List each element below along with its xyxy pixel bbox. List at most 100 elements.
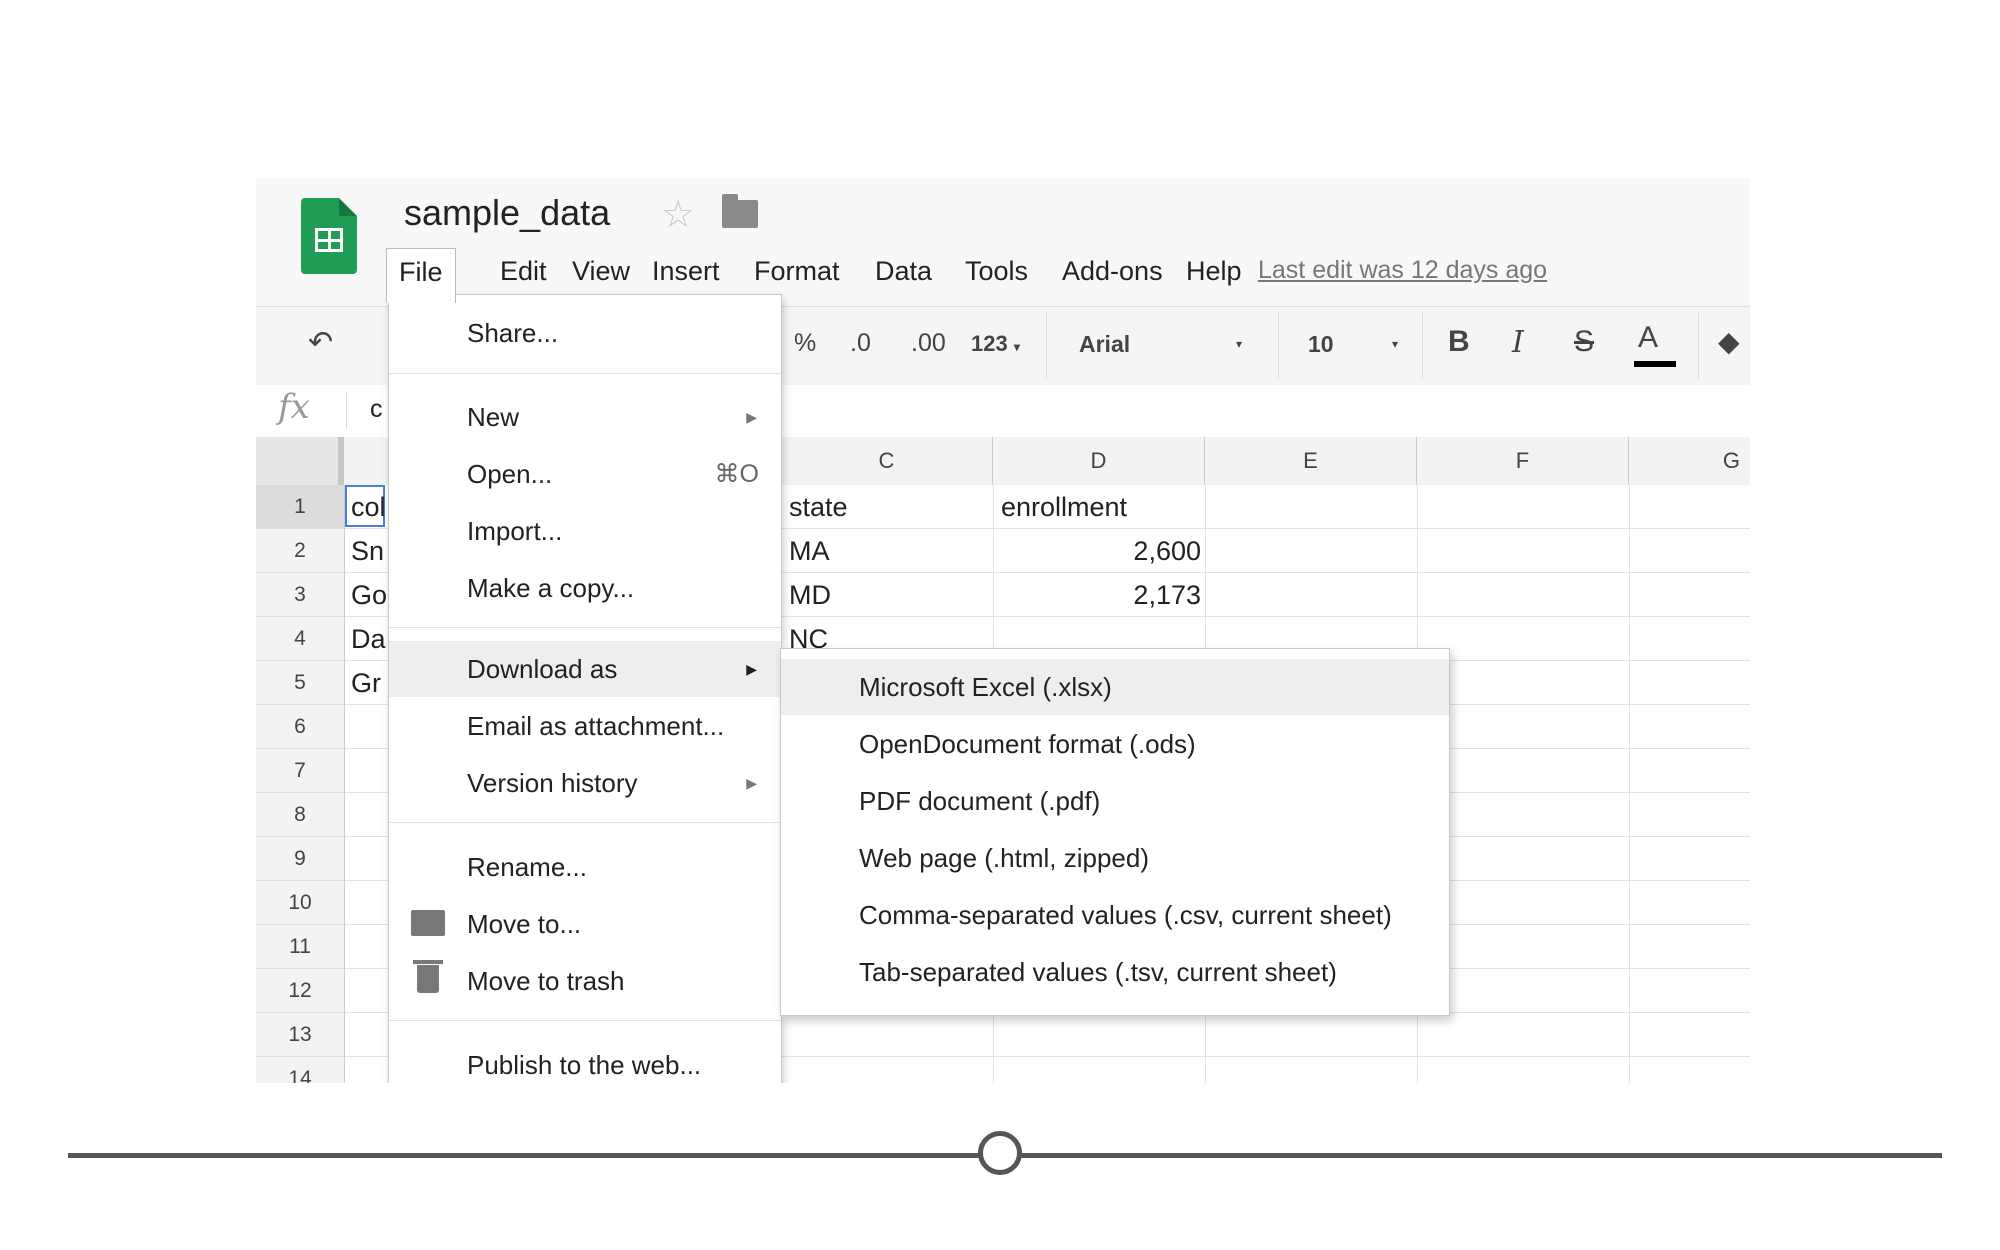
formula-input[interactable]: c — [370, 395, 383, 424]
menu-data[interactable]: Data — [863, 248, 944, 295]
menu-item-label: Comma-separated values (.csv, current sh… — [859, 900, 1392, 930]
percent-format-button[interactable]: % — [794, 329, 816, 358]
menu-item-open[interactable]: Open... ⌘O — [389, 446, 781, 502]
sheets-logo-icon[interactable] — [301, 198, 357, 274]
row-header[interactable]: 11 — [256, 925, 344, 969]
folder-icon — [411, 910, 445, 936]
cell-a2[interactable]: Sn — [351, 529, 387, 573]
shortcut-label: ⌘O — [714, 460, 759, 488]
cell-a4[interactable]: Da — [351, 617, 387, 661]
menu-item-label: Tab-separated values (.tsv, current shee… — [859, 957, 1337, 987]
menu-item-make-copy[interactable]: Make a copy... — [389, 560, 781, 616]
column-header-f[interactable]: F — [1417, 437, 1629, 485]
menu-format[interactable]: Format — [742, 248, 852, 295]
menu-item-label: Open... — [467, 459, 553, 489]
column-header-e[interactable]: E — [1205, 437, 1417, 485]
row-header[interactable]: 10 — [256, 881, 344, 925]
menu-item-label: Web page (.html, zipped) — [859, 843, 1149, 873]
text-color-button[interactable]: A — [1638, 321, 1658, 355]
folder-icon[interactable] — [722, 194, 758, 228]
cell-c1[interactable]: state — [789, 485, 989, 529]
download-xlsx-item[interactable]: Microsoft Excel (.xlsx) — [781, 659, 1449, 715]
cell-a1[interactable]: col — [351, 485, 387, 529]
menu-item-publish-web[interactable]: Publish to the web... — [389, 1037, 781, 1083]
menu-item-label: Microsoft Excel (.xlsx) — [859, 672, 1112, 702]
text-color-swatch — [1634, 361, 1676, 367]
paint-bucket-icon[interactable]: ◆ — [1718, 325, 1740, 358]
cell-c2[interactable]: MA — [789, 529, 989, 573]
row-header[interactable]: 5 — [256, 661, 344, 705]
menu-item-new[interactable]: New ▶ — [389, 389, 781, 445]
menu-item-label: New — [467, 402, 520, 432]
column-header-g[interactable]: G — [1629, 437, 1750, 485]
menu-item-rename[interactable]: Rename... — [389, 839, 781, 895]
download-ods-item[interactable]: OpenDocument format (.ods) — [781, 716, 1449, 772]
number-format-button[interactable]: 123 ▾ — [971, 331, 1020, 357]
menu-addons[interactable]: Add-ons — [1050, 248, 1175, 295]
menu-item-label: Share... — [467, 318, 559, 348]
menu-tools[interactable]: Tools — [953, 248, 1040, 295]
menu-insert[interactable]: Insert — [640, 248, 732, 295]
last-edit-link[interactable]: Last edit was 12 days ago — [1258, 256, 1547, 285]
menu-item-share[interactable]: Share... — [389, 305, 781, 361]
font-size-select[interactable]: 10 — [1308, 331, 1334, 358]
cell-c3[interactable]: MD — [789, 573, 989, 617]
cell-a5[interactable]: Gr — [351, 661, 387, 705]
menu-item-label: Download as — [467, 654, 618, 684]
toolbar-divider — [1278, 313, 1279, 379]
download-html-item[interactable]: Web page (.html, zipped) — [781, 830, 1449, 886]
column-header-d[interactable]: D — [993, 437, 1205, 485]
cell-d3[interactable]: 2,173 — [1001, 573, 1201, 617]
italic-button[interactable]: I — [1512, 325, 1524, 360]
menu-item-label: Version history — [467, 768, 638, 798]
menu-item-version-history[interactable]: Version history ▶ — [389, 755, 781, 811]
cell-d1[interactable]: enrollment — [1001, 485, 1201, 529]
star-icon[interactable]: ☆ — [661, 192, 695, 237]
fx-icon: fx — [278, 387, 310, 427]
menu-separator — [389, 627, 781, 628]
row-header[interactable]: 8 — [256, 793, 344, 837]
menu-view[interactable]: View — [560, 248, 642, 295]
row-header[interactable]: 12 — [256, 969, 344, 1013]
undo-icon[interactable]: ↶ — [308, 325, 333, 360]
menu-item-download-as[interactable]: Download as ▶ — [389, 641, 781, 697]
column-header-c[interactable]: C — [781, 437, 993, 485]
row-header[interactable]: 6 — [256, 705, 344, 749]
row-header[interactable]: 2 — [256, 529, 344, 573]
menu-file[interactable]: File — [386, 248, 456, 303]
menu-item-move-to-trash[interactable]: Move to trash — [389, 953, 781, 1009]
row-header[interactable]: 13 — [256, 1013, 344, 1057]
strikethrough-button[interactable]: S — [1574, 325, 1594, 359]
menu-edit[interactable]: Edit — [488, 248, 559, 295]
increase-decimal-button[interactable]: .00 — [911, 329, 946, 358]
select-all-corner[interactable] — [256, 437, 344, 485]
document-title[interactable]: sample_data — [404, 192, 610, 234]
row-header[interactable]: 9 — [256, 837, 344, 881]
menu-item-label: OpenDocument format (.ods) — [859, 729, 1196, 759]
cell-a3[interactable]: Go — [351, 573, 387, 617]
slider-handle[interactable] — [978, 1131, 1022, 1175]
menu-item-email-attachment[interactable]: Email as attachment... — [389, 698, 781, 754]
chevron-down-icon[interactable]: ▾ — [1392, 337, 1398, 351]
row-header[interactable]: 1 — [256, 485, 344, 529]
menu-help[interactable]: Help — [1174, 248, 1254, 295]
download-csv-item[interactable]: Comma-separated values (.csv, current sh… — [781, 887, 1449, 943]
menu-item-label: Email as attachment... — [467, 711, 725, 741]
chevron-down-icon[interactable]: ▾ — [1236, 337, 1242, 351]
font-family-select[interactable]: Arial — [1079, 331, 1130, 358]
row-header[interactable]: 14 — [256, 1057, 344, 1083]
menu-item-move-to[interactable]: Move to... — [389, 896, 781, 952]
trash-icon — [413, 960, 443, 993]
download-pdf-item[interactable]: PDF document (.pdf) — [781, 773, 1449, 829]
formula-divider — [346, 393, 347, 429]
bold-button[interactable]: B — [1448, 325, 1470, 359]
cell-d2[interactable]: 2,600 — [1001, 529, 1201, 573]
download-tsv-item[interactable]: Tab-separated values (.tsv, current shee… — [781, 944, 1449, 1000]
toolbar-divider — [1422, 313, 1423, 379]
row-header[interactable]: 4 — [256, 617, 344, 661]
row-header[interactable]: 3 — [256, 573, 344, 617]
row-header[interactable]: 7 — [256, 749, 344, 793]
decrease-decimal-button[interactable]: .0 — [850, 329, 871, 358]
file-menu-dropdown: Share... New ▶ Open... ⌘O Import... Make a… — [388, 294, 782, 1083]
menu-item-import[interactable]: Import... — [389, 503, 781, 559]
